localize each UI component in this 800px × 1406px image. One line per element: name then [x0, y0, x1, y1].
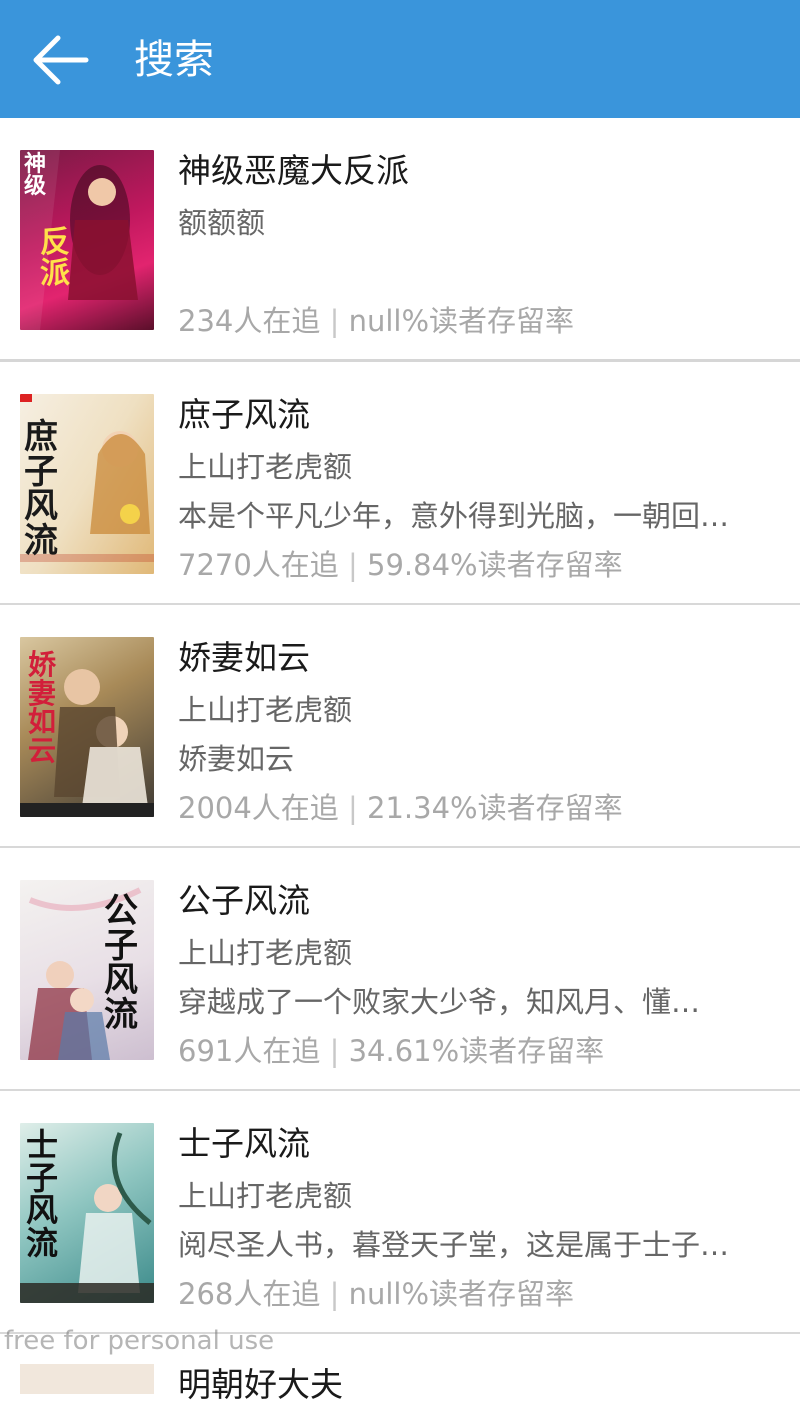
followers-count: 691人在追	[178, 1034, 321, 1068]
book-author: 额额额	[178, 206, 266, 240]
retention-rate: 59.84%读者存留率	[367, 548, 623, 582]
book-cover	[20, 1364, 154, 1394]
book-description: 穿越成了一个败家大少爷，知风月、懂…	[178, 985, 701, 1019]
book-description: 娇妻如云	[178, 742, 295, 776]
app-bar: 搜索	[0, 0, 800, 118]
followers-count: 268人在追	[178, 1277, 321, 1311]
book-description: 本是个平凡少年，意外得到光脑，一朝回…	[178, 499, 730, 533]
book-title: 公子风流	[178, 881, 310, 920]
book-description: 阅尽圣人书，暮登天子堂，这是属于士子…	[178, 1228, 730, 1262]
book-author: 上山打老虎额	[178, 450, 353, 484]
book-cover: 神级 反派	[20, 150, 154, 330]
book-cover: 士子风流	[20, 1123, 154, 1303]
retention-rate: null%读者存留率	[348, 1277, 575, 1311]
list-item[interactable]: 娇妻如云 娇妻如云 上山打老虎额 娇妻如云 2004人在追 | 21.34%读者…	[0, 605, 800, 846]
list-item[interactable]: 庶子风流 庶子风流 上山打老虎额 本是个平凡少年，意外得到光脑，一朝回… 727…	[0, 362, 800, 603]
retention-rate: 21.34%读者存留率	[367, 791, 623, 825]
book-stats: 691人在追 | 34.61%读者存留率	[178, 1028, 604, 1070]
book-author: 上山打老虎额	[178, 693, 353, 727]
book-cover: 娇妻如云	[20, 637, 154, 817]
book-stats: 268人在追 | null%读者存留率	[178, 1271, 574, 1313]
retention-rate: 34.61%读者存留率	[348, 1034, 605, 1068]
back-button[interactable]	[28, 30, 92, 90]
stats-separator: |	[329, 1034, 349, 1068]
stats-separator: |	[348, 548, 368, 582]
page-title: 搜索	[134, 37, 214, 83]
book-author: 上山打老虎额	[178, 936, 353, 970]
book-stats: 7270人在追 | 59.84%读者存留率	[178, 542, 623, 584]
book-author: 上山打老虎额	[178, 1179, 353, 1213]
stats-separator: |	[329, 304, 349, 338]
book-stats: 2004人在追 | 21.34%读者存留率	[178, 785, 623, 827]
list-item[interactable]: 神级 反派 神级恶魔大反派 额额额 234人在追 | null%读者存留率	[0, 118, 800, 359]
book-cover: 公子风流	[20, 880, 154, 1060]
followers-count: 2004人在追	[178, 791, 339, 825]
book-title: 庶子风流	[178, 395, 310, 434]
stats-separator: |	[329, 1277, 349, 1311]
watermark-text: free for personal use	[4, 1326, 275, 1356]
list-item[interactable]: 士子风流 士子风流 上山打老虎额 阅尽圣人书，暮登天子堂，这是属于士子… 268…	[0, 1091, 800, 1332]
stats-separator: |	[348, 791, 368, 825]
book-title: 神级恶魔大反派	[178, 151, 409, 190]
search-results-list: 神级 反派 神级恶魔大反派 额额额 234人在追 | null%读者存留率 庶子…	[0, 118, 800, 1404]
retention-rate: null%读者存留率	[348, 304, 575, 338]
list-item[interactable]: 公子风流 公子风流 上山打老虎额 穿越成了一个败家大少爷，知风月、懂… 691人…	[0, 848, 800, 1089]
book-title: 士子风流	[178, 1124, 310, 1163]
book-stats: 234人在追 | null%读者存留率	[178, 298, 574, 340]
book-cover: 庶子风流	[20, 394, 154, 574]
book-title: 明朝好大夫	[178, 1365, 343, 1404]
followers-count: 7270人在追	[178, 548, 339, 582]
book-title: 娇妻如云	[178, 638, 310, 677]
back-arrow-icon	[33, 35, 89, 85]
followers-count: 234人在追	[178, 304, 321, 338]
